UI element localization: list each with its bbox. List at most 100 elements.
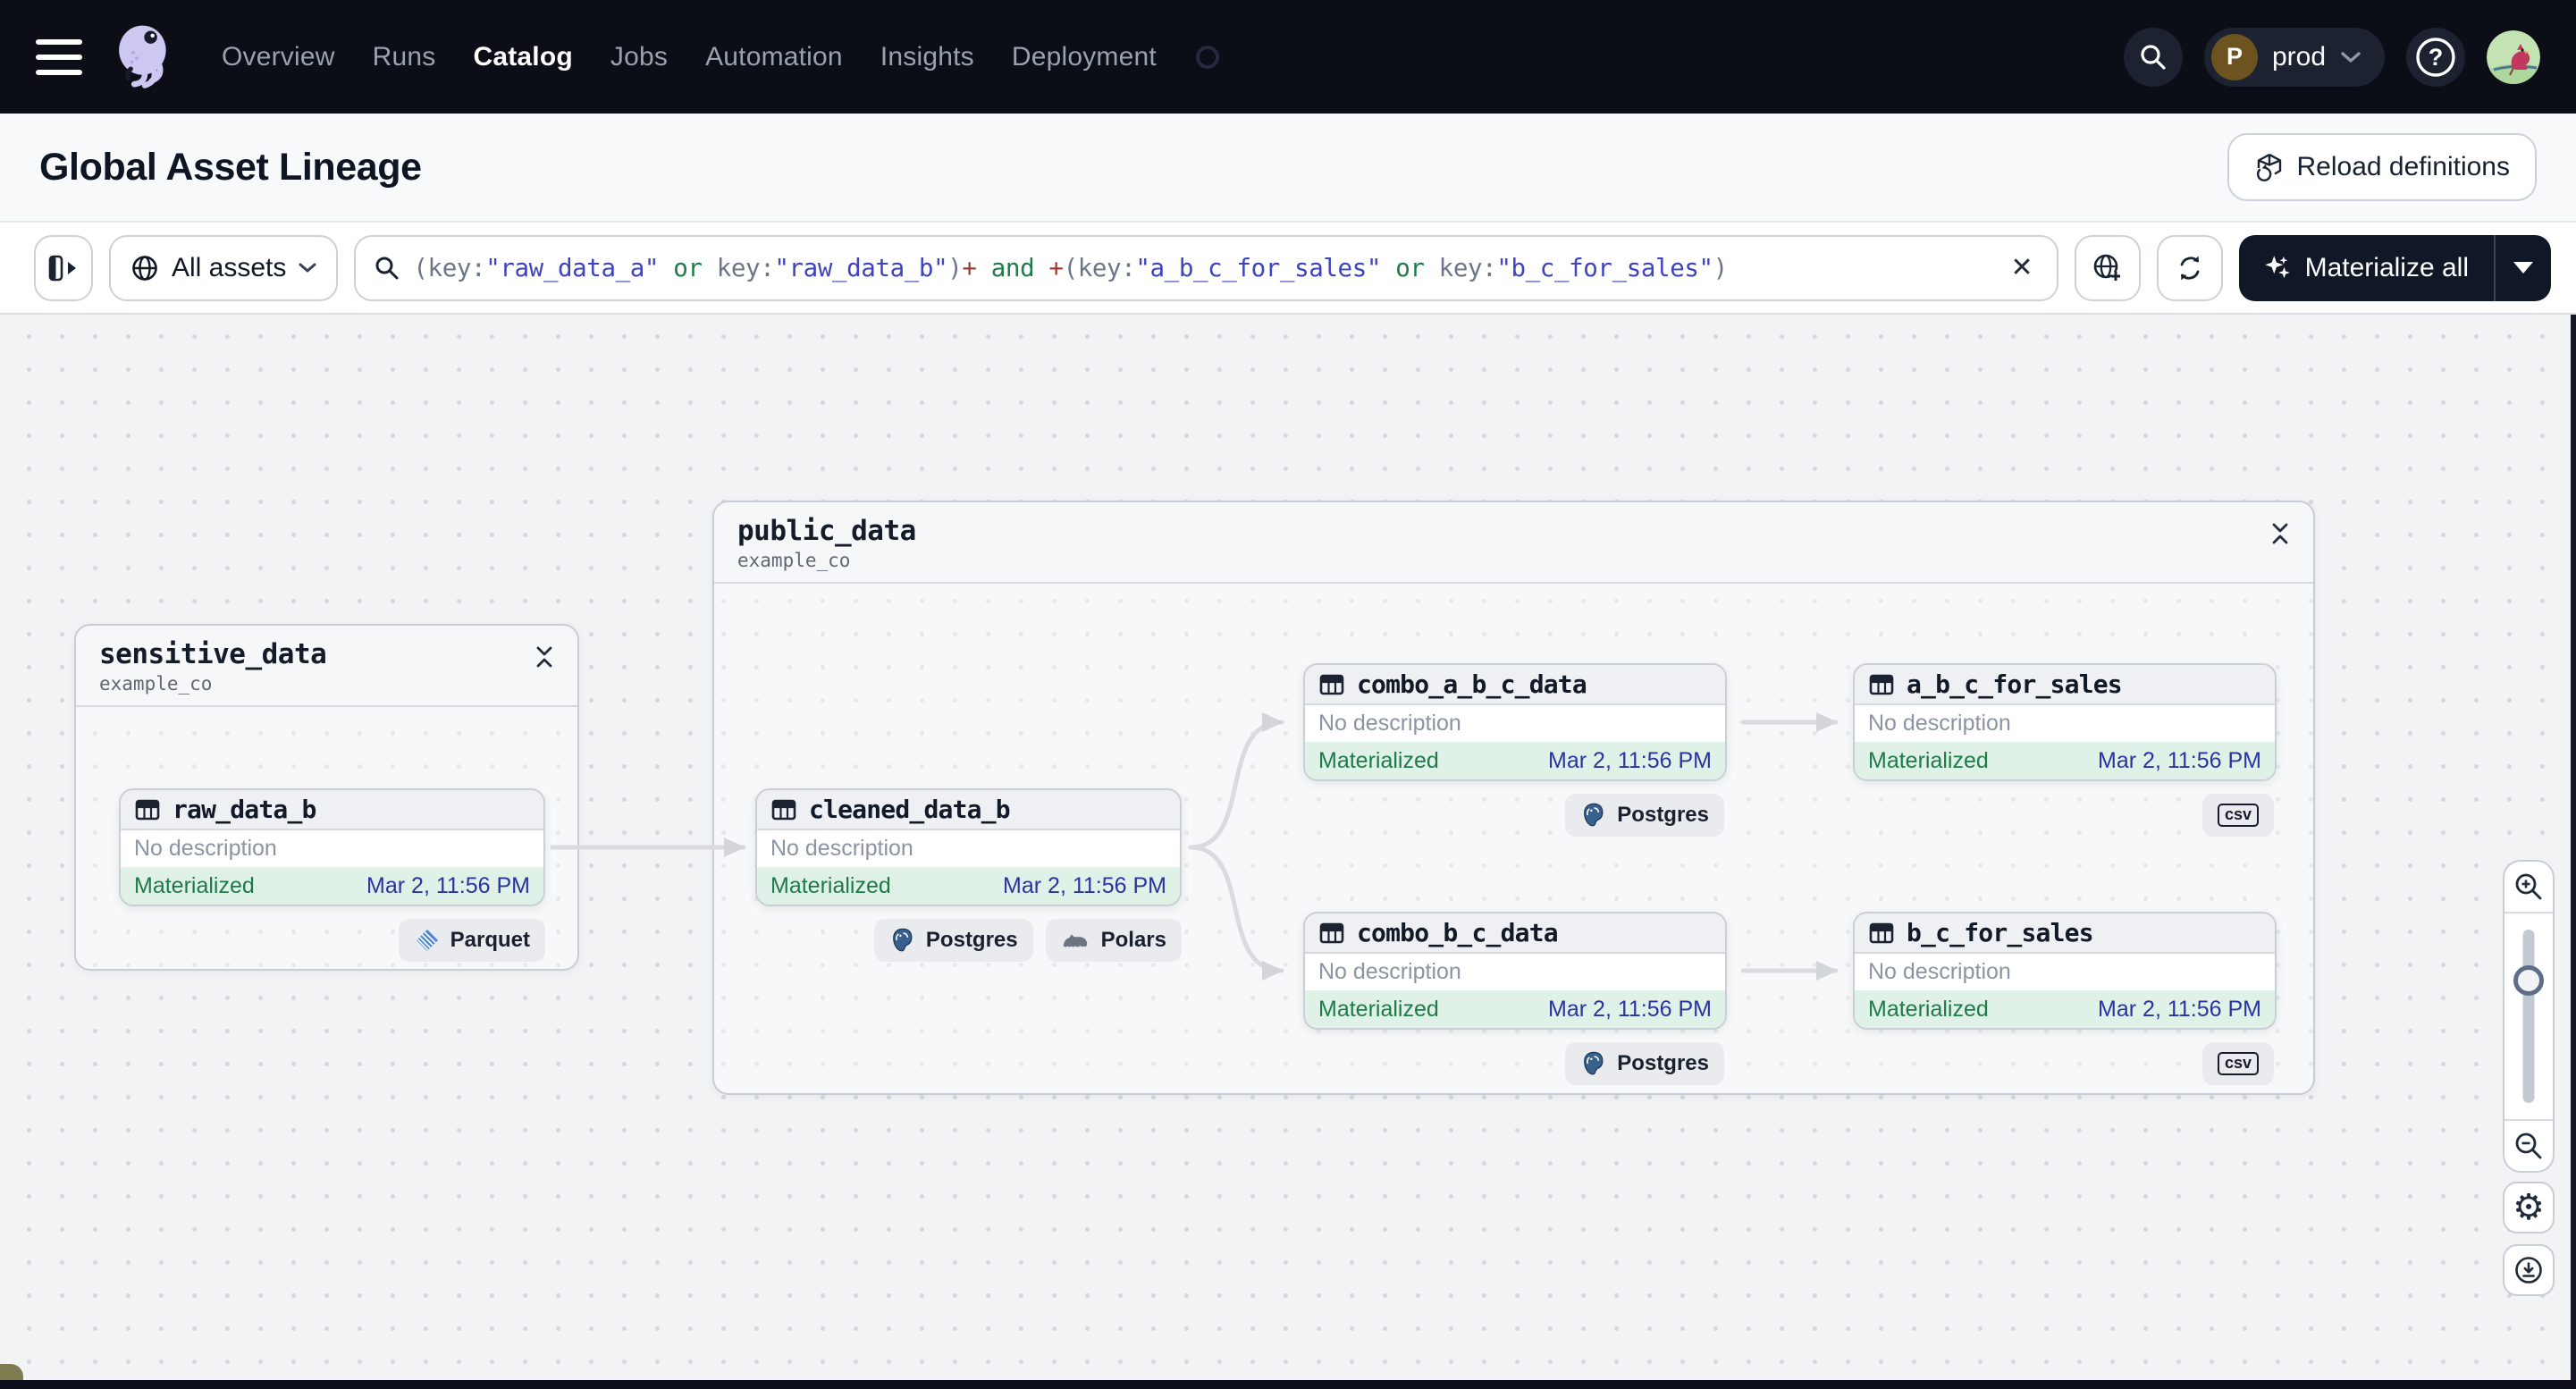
top-nav: Overview Runs Catalog Jobs Automation In… [0,0,2576,114]
table-icon [1869,674,1894,694]
status-label: Materialized [1868,747,1989,773]
csv-icon: csv [2217,1052,2259,1075]
download-icon [2515,1257,2542,1284]
refresh-icon [2180,256,2199,280]
nav-item-runs[interactable]: Runs [373,42,436,72]
globe-plus-icon [2093,254,2120,281]
materialized-timestamp: Mar 2, 11:56 PM [2098,996,2261,1022]
asset-node-combo-b-c-data[interactable]: combo_b_c_data No description Materializ… [1303,912,1727,1030]
filter-scope-button[interactable] [2074,234,2141,301]
group-location: example_co [737,550,851,571]
group-header[interactable]: public_data example_co [714,502,2313,584]
help-button[interactable]: ? [2406,27,2465,87]
kind-badge-postgres: Postgres [1565,1042,1724,1085]
csv-icon: csv [2217,804,2259,827]
asset-selection-query: (key:"raw_data_a" or key:"raw_data_b")+ … [413,253,1728,282]
nav-links: Overview Runs Catalog Jobs Automation In… [222,42,1219,72]
kind-badge-csv: csv [2201,794,2274,837]
sparkles-icon [2264,255,2290,278]
asset-name: combo_b_c_data [1357,918,1559,947]
group-title: sensitive_data [99,638,327,670]
search-button[interactable] [2123,27,2183,87]
page-title: Global Asset Lineage [39,145,422,189]
table-icon [1869,922,1894,943]
asset-node-raw-data-b[interactable]: raw_data_b No description Materialized M… [119,788,545,906]
kind-badge-polars: Polars [1045,919,1182,962]
open-panel-button[interactable] [34,234,93,301]
materialized-timestamp: Mar 2, 11:56 PM [366,872,530,898]
badge-row: csv [1850,794,2274,837]
graph-settings-button[interactable]: ⚙ [2503,1182,2555,1233]
materialize-all-button[interactable]: Materialize all [2239,235,2494,301]
badge-row: Postgres [1301,794,1724,837]
materialized-timestamp: Mar 2, 11:56 PM [1003,872,1166,898]
zoom-out-button[interactable] [2504,1121,2553,1171]
postgres-icon [893,928,913,952]
nav-item-deployment[interactable]: Deployment [1012,42,1157,72]
nav-item-insights[interactable]: Insights [880,42,974,72]
loading-spinner-icon [1195,45,1219,69]
group-header[interactable]: sensitive_data example_co [76,626,577,707]
dagster-logo-icon[interactable] [107,20,182,95]
bottom-bar [0,1380,2576,1389]
asset-scope-selector[interactable]: All assets [109,234,339,301]
zoom-slider-track[interactable] [2522,930,2535,1103]
asset-status-row: Materialized Mar 2, 11:56 PM [121,867,543,905]
asset-node-combo-a-b-c-data[interactable]: combo_a_b_c_data No description Material… [1303,663,1727,781]
zoom-in-button[interactable] [2504,862,2553,912]
reload-definitions-button[interactable]: Reload definitions [2227,133,2537,201]
badge-row: Postgres [1301,1042,1724,1085]
nav-item-catalog[interactable]: Catalog [473,42,572,72]
table-icon [771,799,796,820]
asset-description: No description [757,830,1180,867]
asset-name: combo_a_b_c_data [1357,669,1587,699]
asset-status-row: Materialized Mar 2, 11:56 PM [1855,990,2275,1028]
asset-node-a-b-c-for-sales[interactable]: a_b_c_for_sales No description Materiali… [1853,663,2277,781]
asset-name: raw_data_b [173,795,316,824]
nav-item-jobs[interactable]: Jobs [610,42,668,72]
zoom-slider-thumb[interactable] [2513,965,2544,996]
lineage-canvas[interactable]: sensitive_data example_co public_data ex… [0,315,2576,1389]
reload-definitions-label: Reload definitions [2296,152,2511,181]
svg-text:?: ? [2429,44,2444,71]
download-graph-button[interactable] [2503,1244,2555,1296]
materialize-options-button[interactable] [2494,234,2551,301]
asset-node-b-c-for-sales[interactable]: b_c_for_sales No description Materialize… [1853,912,2277,1030]
badge-row: csv [1850,1042,2274,1085]
badge-row: Parquet [119,919,545,962]
status-label: Materialized [770,872,891,898]
right-panel-edge [2571,315,2576,1389]
nav-item-automation[interactable]: Automation [705,42,843,72]
kind-badge-postgres: Postgres [1565,794,1724,837]
polars-icon [1063,934,1087,947]
collapse-group-icon[interactable] [2270,522,2290,545]
user-avatar[interactable] [2487,29,2540,84]
nav-right: P prod ? [2123,27,2540,87]
reload-package-icon [2256,153,2281,181]
postgres-icon [1584,803,1604,827]
workspace-switcher[interactable]: P prod [2203,27,2385,87]
dagster-app: Overview Runs Catalog Jobs Automation In… [0,0,2576,1389]
workspace-avatar: P [2210,33,2258,80]
menu-icon[interactable] [36,38,82,75]
refresh-button[interactable] [2156,234,2223,301]
collapse-group-icon[interactable] [535,645,554,669]
asset-name: a_b_c_for_sales [1907,669,2123,699]
kind-badge-csv: csv [2201,1042,2274,1085]
asset-description: No description [1855,954,2275,990]
nav-item-overview[interactable]: Overview [222,42,335,72]
asset-node-cleaned-data-b[interactable]: cleaned_data_b No description Materializ… [755,788,1182,906]
gear-icon: ⚙ [2513,1187,2545,1228]
asset-search-input[interactable]: (key:"raw_data_a" or key:"raw_data_b")+ … [354,234,2058,301]
materialized-timestamp: Mar 2, 11:56 PM [1548,996,1712,1022]
table-icon [1319,674,1344,694]
materialize-all-split-button: Materialize all [2238,234,2551,301]
postgres-icon [1584,1051,1604,1075]
status-label: Materialized [1318,747,1439,773]
search-icon [2141,44,2166,70]
status-label: Materialized [1318,996,1439,1022]
chevron-down-icon [2341,51,2361,63]
lineage-toolbar: All assets (key:"raw_data_a" or key:"raw… [0,223,2576,315]
clear-search-icon[interactable]: ✕ [2005,252,2038,283]
zoom-slider[interactable] [2504,913,2553,1119]
